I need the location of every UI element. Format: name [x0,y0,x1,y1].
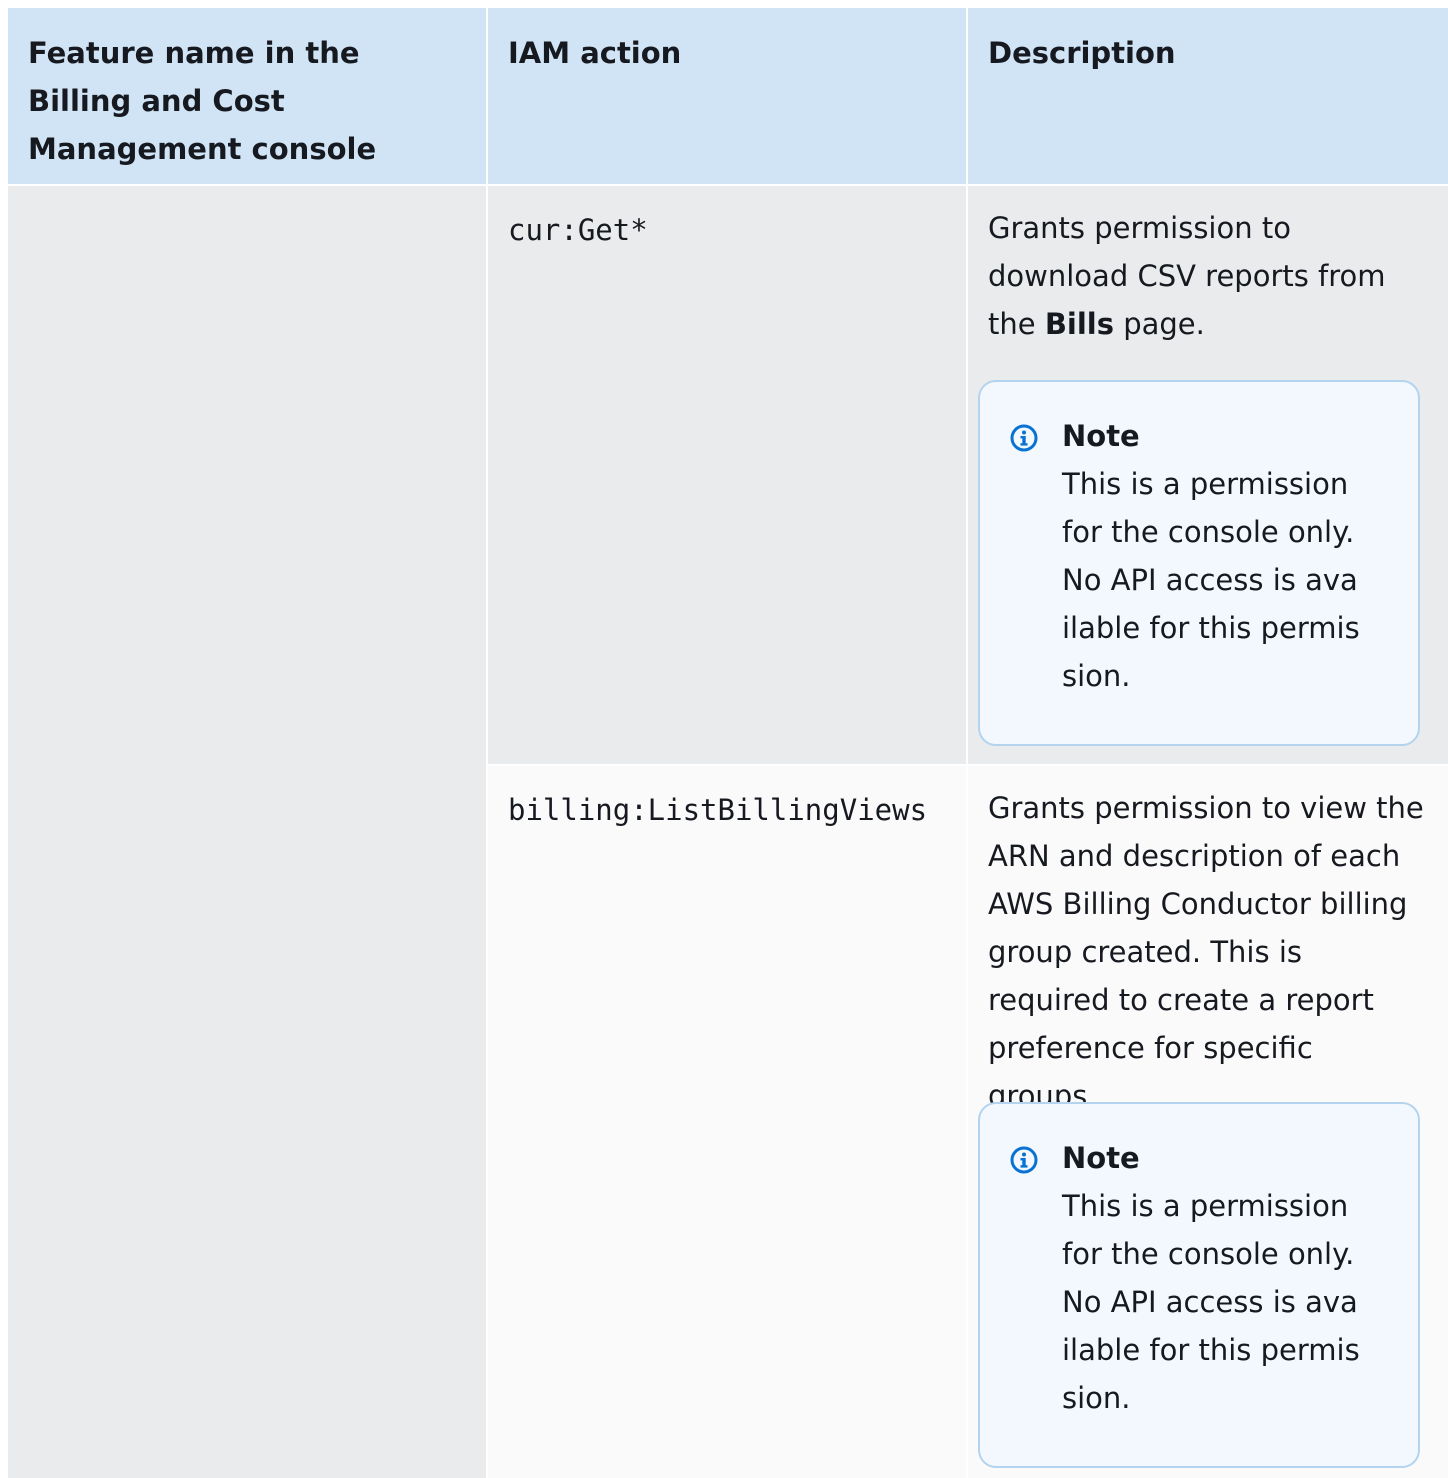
feature-name-cell [8,186,486,1478]
header-description: Description [968,8,1448,184]
note-box: Note This is a permission for the consol… [978,1102,1420,1468]
description-text: Grants permission to download CSV report… [968,186,1448,348]
note-box: Note This is a permission for the consol… [978,380,1420,746]
description-text: Grants permission to view the ARN and de… [988,791,1424,1113]
iam-action-cell: billing:ListBillingViews [488,766,966,1478]
header-feature-name: Feature name in the Billing and Cost Man… [8,8,486,184]
note-body: This is a permission for the console onl… [1062,467,1360,693]
description-text-part: page. [1114,307,1205,341]
iam-action-cell: cur:Get* [488,186,966,764]
bills-page-name: Bills [1044,307,1114,341]
note-title: Note [1062,1141,1140,1175]
header-iam-action: IAM action [488,8,966,184]
note-body: This is a permission for the console onl… [1062,1189,1360,1415]
note-title: Note [1062,419,1140,453]
iam-action-code: cur:Get* [508,213,648,247]
info-icon [1010,424,1038,452]
info-icon [1010,1146,1038,1174]
iam-action-code: billing:ListBillingViews [508,793,928,827]
